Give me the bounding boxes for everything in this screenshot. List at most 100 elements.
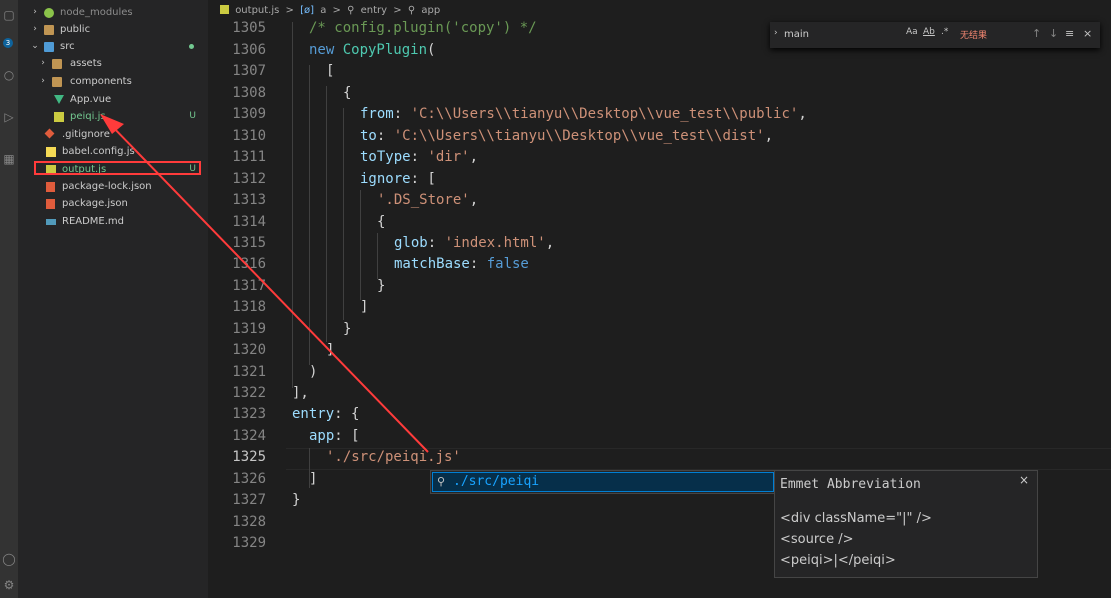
code-line-1307: [ <box>326 63 335 79</box>
line-number: 1314 <box>232 214 266 230</box>
line-number: 1318 <box>232 299 266 315</box>
line-number: 1329 <box>232 535 266 551</box>
settings-gear-icon[interactable]: ⚙ <box>2 578 16 592</box>
wrench-icon: ⚲ <box>407 5 416 16</box>
untracked-status-badge: U <box>189 111 196 121</box>
code-line-1313: '.DS_Store', <box>377 192 479 208</box>
code-line-1315: glob: 'index.html', <box>394 235 555 251</box>
line-number: 1309 <box>232 106 266 122</box>
code-line-1310: to: 'C:\\Users\\tianyu\\Desktop\\vue_tes… <box>360 128 774 144</box>
tree-item-label: components <box>70 76 132 87</box>
code-line-1319: } <box>343 321 352 337</box>
code-line-1325: './src/peiqi.js' <box>326 449 461 465</box>
folder-icon <box>44 25 54 35</box>
details-line: <source /> <box>780 532 854 547</box>
babel-file-icon <box>46 147 56 157</box>
tree-item-app-vue[interactable]: App.vue <box>18 91 208 108</box>
code-line-1326: ] <box>309 471 318 487</box>
tree-item-readme[interactable]: README.md <box>18 213 208 230</box>
suggest-item-label: ./src/peiqi <box>453 474 540 489</box>
suggest-widget: ⚲ ./src/peiqi <box>430 470 776 494</box>
vue-file-icon <box>54 95 64 104</box>
find-input[interactable]: main <box>784 26 904 43</box>
tree-item-peiqi-js[interactable]: peiqi.js U <box>18 108 208 125</box>
code-line-1317: } <box>377 278 386 294</box>
tree-item-node-modules[interactable]: › node_modules <box>18 4 208 21</box>
code-line-1318: ] <box>360 299 369 315</box>
node-folder-icon <box>44 8 54 18</box>
suggest-item[interactable]: ⚲ ./src/peiqi <box>432 472 774 492</box>
source-control-badge: 3 <box>3 38 13 48</box>
line-number: 1313 <box>232 192 266 208</box>
folder-open-icon <box>44 42 54 52</box>
breadcrumb: output.js > [ø] a > ⚲ entry > ⚲ app <box>220 4 443 18</box>
arrow-up-icon[interactable]: ↑ <box>1032 27 1041 40</box>
tree-item-src[interactable]: ⌄ src <box>18 38 208 55</box>
line-number: 1322 <box>232 385 266 401</box>
annotation-highlight-box <box>34 161 201 175</box>
tree-item-label: package-lock.json <box>62 181 152 192</box>
js-file-icon <box>54 112 64 122</box>
tree-item-assets[interactable]: › assets <box>18 55 208 72</box>
code-line-1312: ignore: [ <box>360 171 436 187</box>
details-title: Emmet Abbreviation <box>780 477 921 492</box>
tree-item-components[interactable]: › components <box>18 73 208 90</box>
wrench-icon: ⚲ <box>347 5 355 16</box>
js-file-icon <box>220 5 229 14</box>
breadcrumb-symbol-a[interactable]: a <box>320 5 326 16</box>
tree-item-package-lock[interactable]: package-lock.json <box>18 178 208 195</box>
breadcrumb-symbol-entry[interactable]: entry <box>361 5 387 16</box>
regex-toggle[interactable]: .* <box>941 27 948 37</box>
code-line-1321: ) <box>309 364 318 380</box>
line-number: 1320 <box>232 342 266 358</box>
breadcrumb-separator: > <box>393 5 402 16</box>
tree-item-label: public <box>60 24 91 35</box>
line-number: 1312 <box>232 171 266 187</box>
tree-item-label: README.md <box>62 216 125 227</box>
chevron-right-icon: › <box>33 7 37 17</box>
tree-item-babel-config[interactable]: babel.config.js <box>18 143 208 160</box>
whole-word-toggle[interactable]: Ab <box>923 27 935 37</box>
line-number: 1311 <box>232 149 266 165</box>
line-number: 1319 <box>232 321 266 337</box>
line-number: 1305 <box>232 20 266 36</box>
breadcrumb-separator: > <box>332 5 341 16</box>
line-number: 1321 <box>232 364 266 380</box>
code-line-1309: from: 'C:\\Users\\tianyu\\Desktop\\vue_t… <box>360 106 807 122</box>
files-icon[interactable]: ▢ <box>2 8 16 22</box>
tree-item-label: src <box>60 41 75 52</box>
extensions-icon[interactable]: ▦ <box>2 152 16 166</box>
git-file-icon <box>44 128 55 139</box>
line-number: 1327 <box>232 492 266 508</box>
run-icon[interactable]: ▷ <box>2 110 16 124</box>
chevron-right-icon: › <box>41 76 45 86</box>
code-line-1306: new CopyPlugin( <box>309 42 436 58</box>
breadcrumb-symbol-app[interactable]: app <box>421 5 440 16</box>
chevron-right-icon[interactable]: › <box>774 28 778 38</box>
npm-file-icon <box>46 199 55 209</box>
tree-item-package-json[interactable]: package.json <box>18 195 208 212</box>
account-icon[interactable]: ◯ <box>2 552 16 566</box>
find-in-selection-icon[interactable]: ≡ <box>1065 27 1074 40</box>
match-case-toggle[interactable]: Aa <box>906 27 918 37</box>
search-icon[interactable]: ○ <box>2 68 16 82</box>
arrow-down-icon[interactable]: ↓ <box>1049 27 1058 40</box>
tree-item-public[interactable]: › public <box>18 21 208 38</box>
chevron-down-icon: ⌄ <box>31 41 39 51</box>
close-icon[interactable]: × <box>1019 473 1029 487</box>
line-number: 1310 <box>232 128 266 144</box>
variable-icon: [ø] <box>300 5 315 16</box>
line-number: 1315 <box>232 235 266 251</box>
line-number: 1308 <box>232 85 266 101</box>
markdown-file-icon <box>46 219 56 225</box>
breadcrumb-file[interactable]: output.js <box>235 5 279 16</box>
find-widget: › main Aa Ab .* 无结果 ↑ ↓ ≡ × <box>770 22 1100 48</box>
tree-item-label: assets <box>70 58 102 69</box>
tree-item-label: node_modules <box>60 7 133 18</box>
tree-item-gitignore[interactable]: .gitignore <box>18 126 208 143</box>
line-number: 1326 <box>232 471 266 487</box>
line-number: 1328 <box>232 514 266 530</box>
npm-file-icon <box>46 182 55 192</box>
code-line-1305: /* config.plugin('copy') */ <box>309 20 537 36</box>
close-icon[interactable]: × <box>1083 27 1092 40</box>
